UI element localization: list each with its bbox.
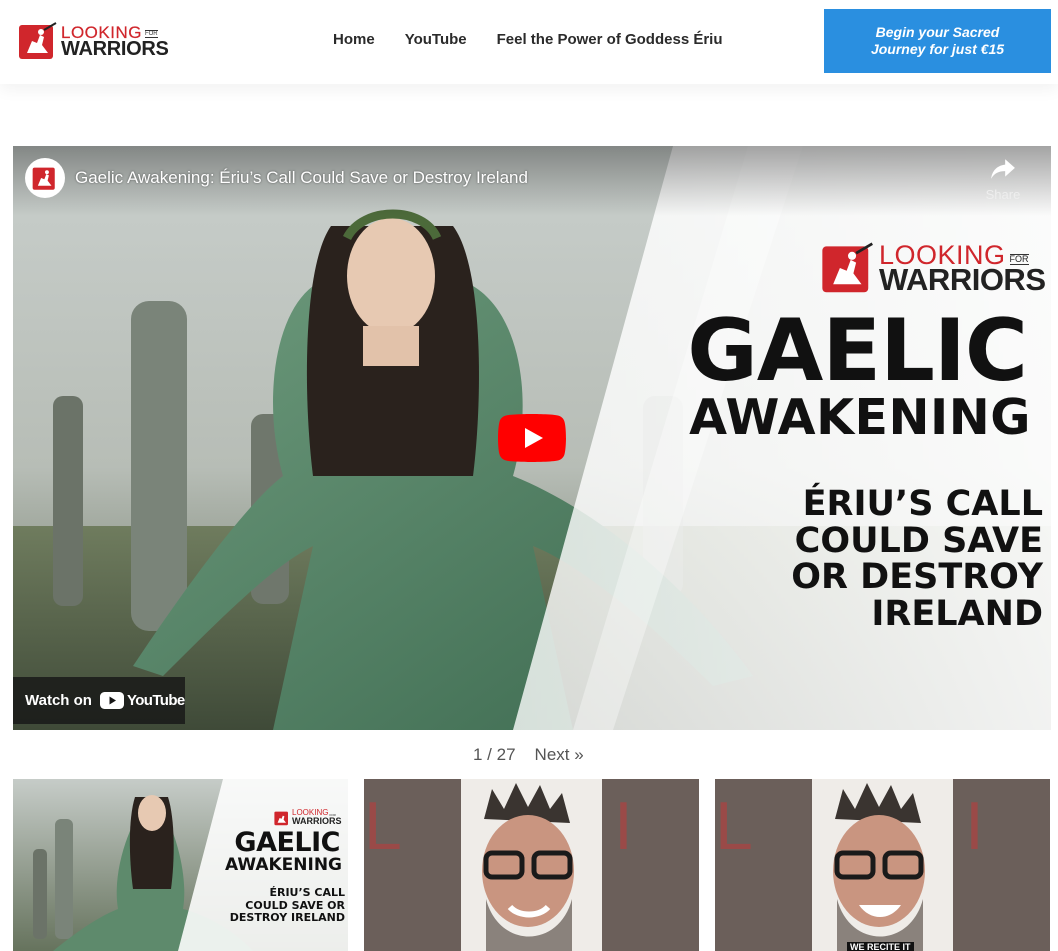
gallery-pagination: 1 / 27 Next » [473,745,584,765]
tile-headline-awakening: AWAKENING [224,855,342,875]
thumbnail-logo-warriors: WARRIORS [879,261,1046,297]
tile-logo-warriors: WARRIORS [292,816,342,826]
next-page-link[interactable]: Next » [535,745,584,765]
watch-on-label: Watch on [25,692,92,709]
tile-headline-gaelic: GAELIC [234,827,340,858]
nav-home[interactable]: Home [333,31,375,48]
thumbnail-headline-awakening: AWAKENING [689,389,1031,446]
channel-avatar[interactable] [25,158,65,198]
logo-mark-icon [19,22,57,59]
page-indicator: 1 / 27 [473,745,516,764]
youtube-icon [99,692,124,709]
play-icon[interactable] [498,414,566,462]
tile-speaker-thumbnail-image: L I [715,779,1050,951]
thumbnail-subheadline: ÉRIU’S CALL COULD SAVE OR DESTROY IRELAN… [791,484,1043,634]
svg-text:L: L [364,788,402,864]
main-nav: Home YouTube Feel the Power of Goddess É… [333,31,753,48]
svg-text:I: I [614,788,633,864]
watch-on-youtube-button[interactable]: Watch on YouTube [13,677,185,724]
share-label: Share [985,187,1021,202]
share-button[interactable]: Share [981,158,1025,202]
thumbnail-headline-gaelic: GAELIC [687,301,1028,401]
gallery-tile-speaker-2[interactable]: L I WE RECITE IT [715,779,1050,951]
gallery-tile-speaker-1[interactable]: L I [364,779,699,951]
logo-text-for: FOR [144,29,158,38]
video-title-link[interactable]: Gaelic Awakening: Ériu’s Call Could Save… [75,168,528,188]
video-gallery: LOOKING FOR WARRIORS GAELIC AWAKENING ÉR… [0,779,1058,951]
gallery-tile-gaelic-awakening[interactable]: LOOKING FOR WARRIORS GAELIC AWAKENING ÉR… [13,779,348,951]
tile-logo: LOOKING FOR WARRIORS [274,809,342,826]
svg-text:I: I [965,788,984,864]
thumbnail-logo-mark-icon [822,242,873,293]
tile-caption: WE RECITE IT [847,942,914,951]
channel-logo-icon [32,167,55,190]
youtube-video-embed[interactable]: LOOKING FOR WARRIORS GAELIC AWAKENING ÉR… [13,146,1051,730]
site-logo[interactable]: LOOKING FOR WARRIORS [18,20,178,62]
nav-youtube[interactable]: YouTube [405,31,467,48]
youtube-wordmark: YouTube [126,692,185,709]
sacred-journey-button[interactable]: Begin your Sacred Journey for just €15 [824,9,1051,73]
nav-goddess-eriu[interactable]: Feel the Power of Goddess Ériu [497,31,723,48]
svg-text:L: L [715,788,753,864]
logo-wordmark: LOOKING FOR WARRIORS [61,23,169,60]
thumbnail-logo: LOOKING FOR WARRIORS [821,241,1046,295]
tile-logo-mark-icon [274,811,288,825]
tile-subheadline: ÉRIU’S CALL COULD SAVE OR DESTROY IRELAN… [229,886,345,924]
logo-text-warriors: WARRIORS [61,37,169,60]
tile-speaker-thumbnail-image: L I [364,779,699,951]
site-header: LOOKING FOR WARRIORS Home YouTube Feel t… [0,0,1058,84]
share-icon [991,159,1015,179]
